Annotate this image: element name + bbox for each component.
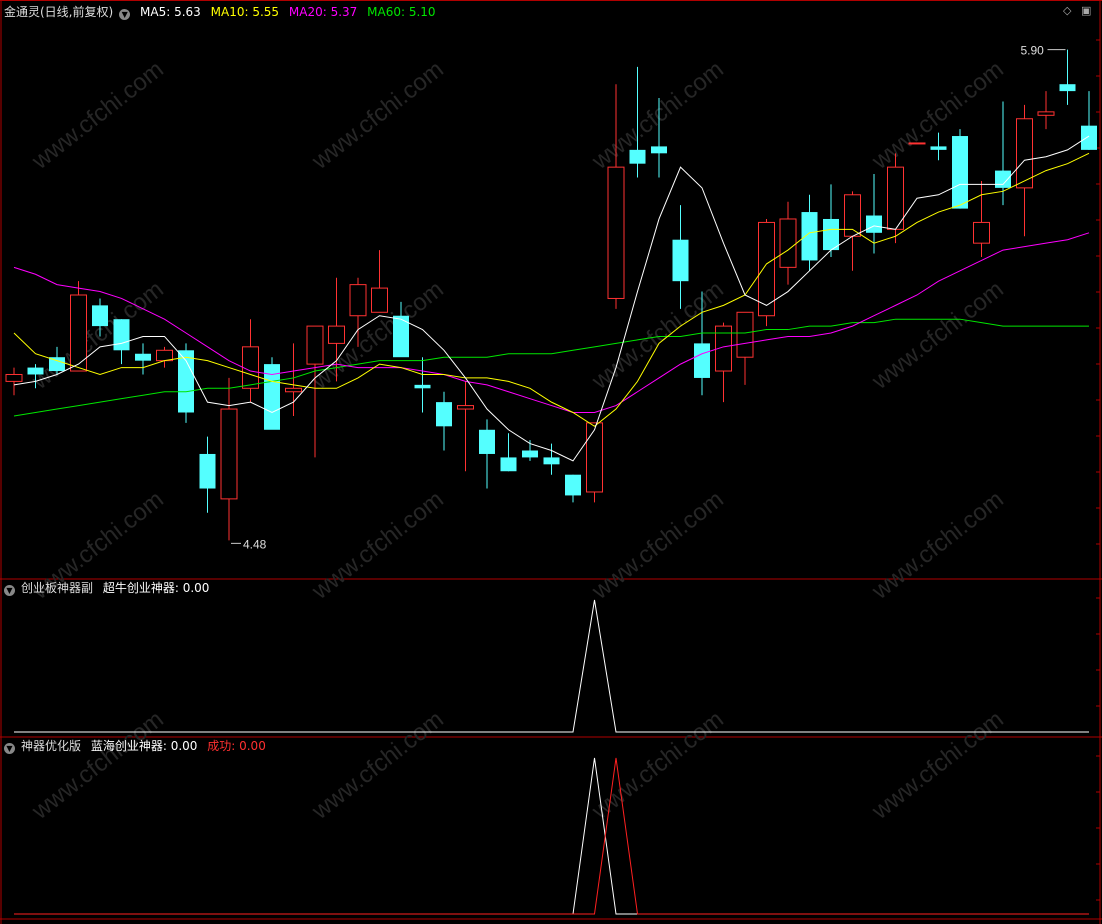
candle-body	[113, 319, 130, 351]
candle-body	[306, 325, 324, 365]
candle-body	[565, 474, 581, 496]
ma10-label: MA10: 5.55	[210, 5, 280, 19]
candle-body	[27, 367, 44, 375]
candle-body	[887, 166, 904, 230]
candle-body	[866, 215, 882, 233]
watermark-text: www.cfchi.com	[306, 56, 448, 176]
watermark-text: www.cfchi.com	[586, 56, 728, 176]
chevron-down-icon[interactable]: ▼	[4, 585, 15, 596]
candle-body	[5, 373, 23, 382]
watermark-text: www.cfchi.com	[586, 706, 728, 826]
candle-body	[178, 350, 194, 413]
candle-body	[1037, 111, 1055, 116]
candle-body	[156, 349, 173, 362]
sub-panel-1-series-label: 超牛创业神器: 0.00	[102, 581, 210, 595]
candle-body	[736, 311, 754, 358]
candle-body	[586, 422, 603, 493]
ma20-label: MA20: 5.37	[288, 5, 358, 19]
watermark-text: www.cfchi.com	[866, 56, 1008, 176]
candle-body	[973, 221, 990, 244]
sub-panel-1-header: ▼ 创业板神器副 超牛创业神器: 0.00	[4, 581, 215, 596]
candle-body	[1016, 118, 1033, 189]
sub-panel-2-title: 神器优化版	[21, 739, 82, 753]
candle-body	[220, 408, 238, 500]
candle-body	[522, 450, 538, 458]
diamond-icon[interactable]: ◇	[1063, 4, 1071, 17]
candle-body	[543, 457, 560, 465]
ma60-label: MA60: 5.10	[367, 5, 436, 19]
chart-canvas[interactable]: www.cfchi.com www.cfchi.com www.cfchi.com w…	[0, 0, 1102, 924]
candle-body	[801, 212, 818, 261]
watermark-text: www.cfchi.com	[26, 56, 168, 176]
watermark-text: www.cfchi.com	[866, 486, 1008, 606]
candle-body	[1081, 125, 1097, 150]
candle-body	[92, 305, 108, 327]
candle-body	[242, 346, 259, 389]
candle-body	[135, 353, 151, 361]
candle-body	[199, 453, 216, 489]
watermark-text: www.cfchi.com	[586, 486, 728, 606]
candle-body	[952, 136, 968, 209]
ma5-line	[13, 135, 1090, 462]
candle-body	[844, 194, 861, 237]
chevron-down-icon[interactable]: ▼	[119, 9, 131, 20]
candle-body	[349, 284, 367, 317]
watermark-text: www.cfchi.com	[866, 706, 1008, 826]
candle-body	[930, 146, 947, 150]
candle-body	[1059, 84, 1076, 92]
candle-body	[436, 402, 452, 427]
candle-body	[500, 457, 517, 472]
indicator-line	[14, 599, 1089, 733]
candle-body	[285, 387, 302, 393]
sub-panel-1-title: 创业板神器副	[21, 581, 94, 595]
main-panel-title: 金通灵(日线,前复权)	[4, 5, 114, 19]
sub-panel-2-header: ▼ 神器优化版 蓝海创业神器: 0.00 成功: 0.00	[4, 739, 272, 754]
restore-icon[interactable]: ▣	[1081, 4, 1091, 17]
candle-body	[414, 384, 431, 389]
candle-body	[479, 429, 495, 454]
watermark-text: www.cfchi.com	[306, 706, 448, 826]
sub-panel-2-series-label: 蓝海创业神器: 0.00	[90, 739, 198, 753]
candle-body	[457, 405, 474, 410]
success-label: 成功: 0.00	[207, 739, 266, 753]
ma5-label: MA5: 5.63	[140, 5, 201, 19]
candle-body	[651, 146, 667, 154]
candle-body	[371, 287, 388, 313]
ma10-line	[13, 152, 1090, 427]
high-marker-label: 5.90	[1021, 44, 1045, 58]
candle-body	[629, 149, 646, 164]
main-panel-header: 金通灵(日线,前复权) ▼ MA5: 5.63 MA10: 5.55 MA20: …	[4, 5, 442, 20]
watermark-text: www.cfchi.com	[306, 486, 448, 606]
candle-body	[328, 325, 345, 344]
candle-body	[779, 218, 797, 268]
candle-body	[694, 343, 710, 378]
low-marker-label: 4.48	[243, 537, 267, 551]
candle-body	[672, 239, 689, 282]
chevron-down-icon[interactable]: ▼	[4, 743, 15, 754]
candle-body	[823, 218, 839, 251]
watermark-text: www.cfchi.com	[866, 276, 1008, 396]
candle-body	[607, 166, 625, 299]
candle-body	[995, 170, 1011, 188]
watermark-text: www.cfchi.com	[26, 706, 168, 826]
ma20-line	[13, 232, 1090, 413]
candle-body	[908, 142, 926, 145]
